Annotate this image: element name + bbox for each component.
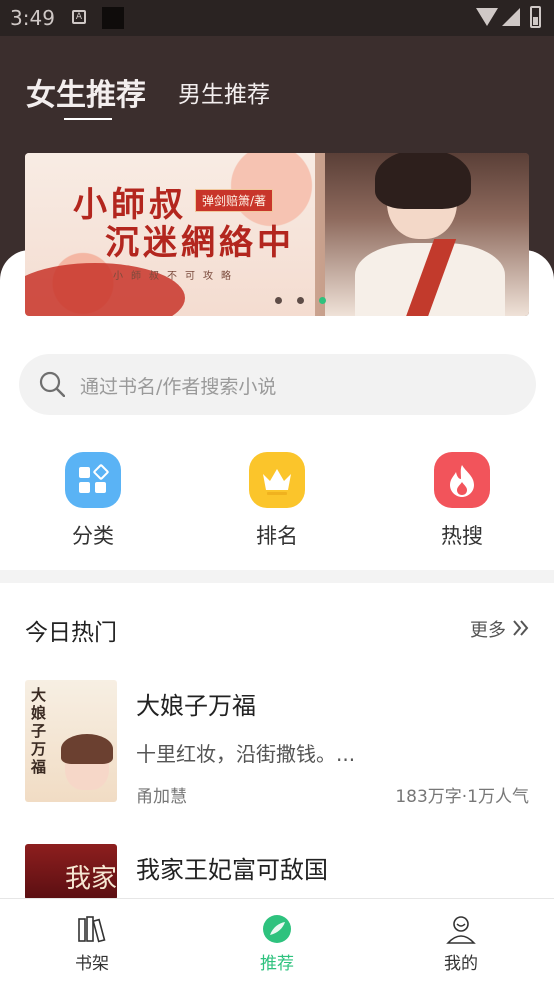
entry-category[interactable]: 分类 (43, 452, 143, 550)
crown-icon (249, 452, 305, 508)
wifi-icon (476, 8, 498, 26)
nav-bookshelf-label: 书架 (75, 954, 109, 974)
banner-title-line2: 沉迷網絡中 (105, 223, 295, 263)
book-cover-title: 我家 (65, 864, 117, 894)
carousel-dot[interactable] (297, 297, 304, 304)
bottom-navigation: 书架 推荐 我的 (0, 898, 554, 984)
bookshelf-icon (76, 913, 108, 945)
book-cover-title: 大娘子万福 (31, 686, 47, 776)
search-bar[interactable]: 通过书名/作者搜索小说 (19, 354, 536, 415)
search-placeholder: 通过书名/作者搜索小说 (80, 376, 277, 398)
promo-banner[interactable]: 小師叔 弹剑赔箫/著 沉迷網絡中 小師叔不可攻略 (25, 153, 529, 316)
entry-hot-search-label: 热搜 (441, 524, 483, 548)
book-title[interactable]: 我家王妃富可敌国 (136, 850, 328, 885)
status-time: 3:49 (10, 6, 55, 30)
status-bar: 3:49 A (0, 0, 554, 36)
entry-category-label: 分类 (72, 524, 114, 548)
flame-icon (434, 452, 490, 508)
carousel-dot[interactable] (275, 297, 282, 304)
nav-recommend-label: 推荐 (260, 954, 294, 974)
tab-male-recommend[interactable]: 男生推荐 (178, 75, 270, 109)
book-cover[interactable]: 我家 (25, 844, 117, 900)
battery-icon (530, 6, 541, 28)
section-title-hot-today: 今日热门 (25, 620, 117, 646)
profile-icon (445, 913, 477, 945)
signal-icon (502, 8, 520, 26)
banner-author-tag: 弹剑赔箫/著 (195, 189, 274, 212)
tab-female-recommend[interactable]: 女生推荐 (26, 70, 146, 114)
entry-hot-search[interactable]: 热搜 (412, 452, 512, 550)
banner-figure-hair (375, 153, 471, 209)
book-cover[interactable]: 大娘子万福 (25, 680, 117, 802)
search-icon (39, 371, 65, 397)
active-tab-indicator (64, 118, 112, 120)
section-divider (0, 570, 554, 583)
nav-recommend[interactable]: 推荐 (227, 913, 327, 974)
carousel-dot-active[interactable] (319, 297, 326, 304)
double-chevron-right-icon[interactable] (512, 618, 530, 638)
more-link[interactable]: 更多 (470, 616, 506, 642)
book-title[interactable]: 大娘子万福 (136, 686, 256, 721)
recommend-icon (261, 913, 293, 945)
entry-ranking[interactable]: 排名 (227, 452, 327, 550)
notification-square-icon (102, 7, 124, 29)
book-stats: 183万字·1万人气 (395, 787, 529, 807)
notification-icon: A (72, 10, 86, 24)
category-icon (65, 452, 121, 508)
nav-bookshelf[interactable]: 书架 (42, 913, 142, 974)
cover-illustration-hair (61, 734, 113, 764)
book-author: 甬加慧 (136, 787, 187, 807)
entry-ranking-label: 排名 (256, 524, 298, 548)
banner-subtitle: 小師叔不可攻略 (113, 271, 239, 282)
nav-profile-label: 我的 (444, 954, 478, 974)
book-description: 十里红妆，沿街撒钱。... (136, 742, 356, 766)
nav-profile[interactable]: 我的 (411, 913, 511, 974)
